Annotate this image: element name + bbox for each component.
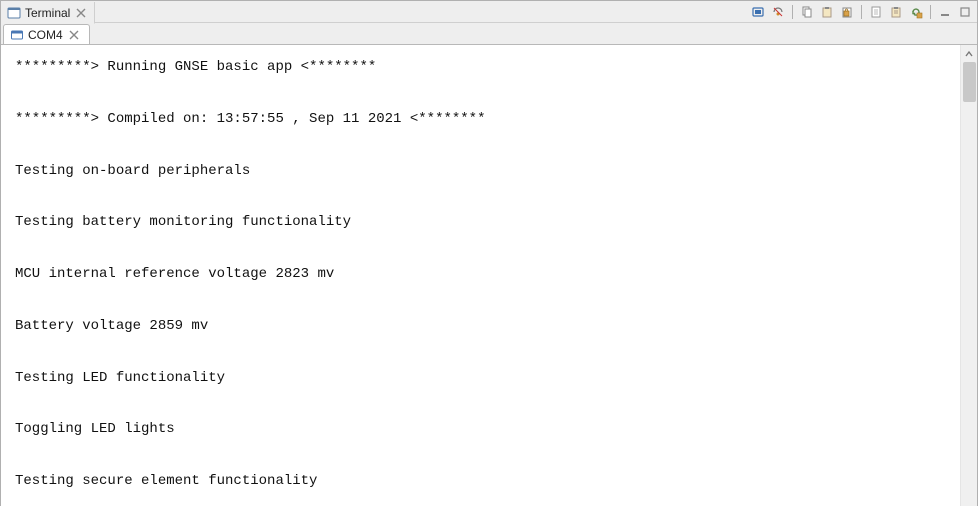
toolbar-separator	[861, 5, 862, 19]
scroll-track[interactable]	[961, 62, 978, 506]
toolbar-separator	[792, 5, 793, 19]
scroll-thumb[interactable]	[963, 62, 976, 102]
close-icon[interactable]	[67, 28, 81, 42]
view-tab-terminal[interactable]: Terminal	[1, 2, 95, 24]
terminal-icon	[7, 6, 21, 20]
terminal-window: Terminal	[0, 0, 978, 506]
vertical-scrollbar[interactable]	[960, 45, 977, 506]
disconnect-icon[interactable]	[770, 4, 786, 20]
copy-icon[interactable]	[799, 4, 815, 20]
maximize-icon[interactable]	[957, 4, 973, 20]
lock-icon[interactable]	[839, 4, 855, 20]
terminal-area: *********> Running GNSE basic app <*****…	[1, 44, 977, 506]
paste-icon[interactable]	[819, 4, 835, 20]
scroll-up-arrow[interactable]	[961, 45, 978, 62]
view-tab-label: Terminal	[25, 6, 70, 20]
connection-tabstrip: COM4	[1, 23, 977, 44]
view-tabstrip: Terminal	[1, 1, 977, 23]
serial-port-icon	[10, 28, 24, 42]
connection-tab-com4[interactable]: COM4	[3, 24, 90, 45]
close-icon[interactable]	[74, 6, 88, 20]
view-toolbar	[750, 1, 973, 23]
connection-tab-label: COM4	[28, 28, 63, 42]
terminal-output[interactable]: *********> Running GNSE basic app <*****…	[1, 45, 960, 506]
clipboard-icon[interactable]	[888, 4, 904, 20]
refresh-icon[interactable]	[908, 4, 924, 20]
connect-icon[interactable]	[750, 4, 766, 20]
minimize-icon[interactable]	[937, 4, 953, 20]
page-icon[interactable]	[868, 4, 884, 20]
toolbar-separator	[930, 5, 931, 19]
